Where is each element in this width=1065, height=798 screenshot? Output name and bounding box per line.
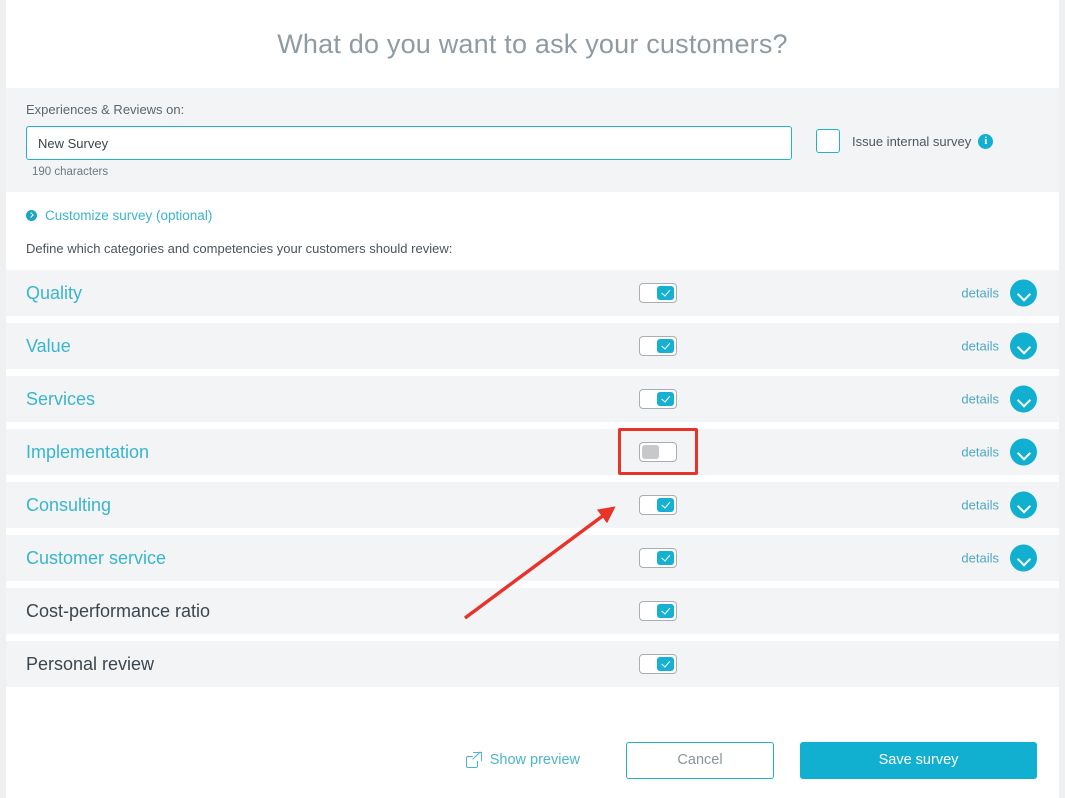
check-icon [657, 498, 674, 512]
info-icon[interactable]: i [978, 133, 994, 149]
details-control[interactable]: details [961, 279, 1037, 307]
category-toggle-slot [639, 548, 677, 568]
cancel-button[interactable]: Cancel [626, 741, 774, 779]
category-label: Consulting [26, 494, 112, 515]
chevron-down-icon[interactable] [1010, 438, 1037, 466]
check-icon [657, 551, 674, 565]
survey-name-section: Experiences & Reviews on: 190 characters… [6, 88, 1059, 192]
category-toggle[interactable] [639, 389, 677, 409]
category-label: Services [26, 388, 96, 409]
category-label: Personal review [26, 653, 155, 674]
category-toggle[interactable] [639, 283, 677, 303]
category-toggle-slot [639, 601, 677, 621]
survey-name-input[interactable] [26, 126, 792, 160]
check-icon [657, 392, 674, 406]
category-toggle[interactable] [639, 442, 677, 462]
details-control[interactable]: details [961, 491, 1037, 519]
chevron-down-icon[interactable] [1010, 332, 1037, 360]
footer-actions: Show preview Cancel Save survey [6, 722, 1059, 798]
details-label: details [961, 444, 999, 460]
page-title: What do you want to ask your customers? [277, 28, 788, 59]
category-toggle[interactable] [639, 336, 677, 356]
table-row: Value details [6, 323, 1059, 369]
character-count: 190 characters [32, 166, 109, 178]
category-toggle-slot [618, 428, 698, 475]
chevron-right-circle-icon [26, 210, 37, 221]
check-icon [657, 339, 674, 353]
check-icon [657, 286, 674, 300]
category-list: Quality details Value details Services detail… [6, 270, 1059, 687]
table-row: Consulting details [6, 482, 1059, 528]
details-control[interactable]: details [961, 544, 1037, 572]
details-control[interactable]: details [961, 438, 1037, 466]
category-toggle[interactable] [639, 654, 677, 674]
chevron-down-icon[interactable] [1010, 544, 1037, 572]
details-control[interactable]: details [961, 332, 1037, 360]
category-label: Quality [26, 282, 83, 303]
category-label: Customer service [26, 547, 167, 568]
details-label: details [961, 391, 999, 407]
category-label: Cost-performance ratio [26, 600, 211, 621]
details-label: details [961, 285, 999, 301]
chevron-down-icon[interactable] [1010, 491, 1037, 519]
external-link-icon [465, 751, 482, 768]
category-label: Value [26, 335, 71, 356]
chevron-down-icon[interactable] [1010, 279, 1037, 307]
customize-description: Define which categories and competencies… [26, 241, 453, 256]
save-survey-button[interactable]: Save survey [800, 741, 1037, 779]
customize-section: Customize survey (optional) Define which… [6, 192, 1059, 270]
table-row: Cost-performance ratio [6, 588, 1059, 634]
survey-name-label: Experiences & Reviews on: [26, 102, 185, 117]
category-toggle-slot [639, 389, 677, 409]
category-toggle-slot [639, 336, 677, 356]
customize-survey-toggle[interactable]: Customize survey (optional) [26, 208, 1059, 223]
details-control[interactable]: details [961, 385, 1037, 413]
category-toggle-slot [639, 654, 677, 674]
details-label: details [961, 497, 999, 513]
check-icon [657, 604, 674, 618]
table-row: Customer service details [6, 535, 1059, 581]
issue-internal-survey-label: Issue internal survey [852, 133, 972, 149]
issue-internal-survey-checkbox[interactable] [816, 129, 840, 153]
table-row: Implementation details [6, 428, 1059, 475]
page-header: What do you want to ask your customers? [6, 0, 1059, 88]
category-toggle-slot [639, 495, 677, 515]
table-row: Personal review [6, 641, 1059, 687]
toggle-knob [642, 445, 659, 459]
issue-internal-survey-control[interactable]: Issue internal survey i [816, 129, 994, 153]
category-toggle[interactable] [639, 601, 677, 621]
details-label: details [961, 550, 999, 566]
category-toggle-slot [639, 283, 677, 303]
category-label: Implementation [26, 441, 150, 462]
chevron-down-icon[interactable] [1010, 385, 1037, 413]
details-label: details [961, 338, 999, 354]
category-toggle[interactable] [639, 548, 677, 568]
survey-editor-page: What do you want to ask your customers? … [6, 0, 1059, 798]
show-preview-label: Show preview [489, 752, 580, 768]
customize-survey-label: Customize survey (optional) [45, 208, 213, 223]
check-icon [657, 657, 674, 671]
category-toggle[interactable] [639, 495, 677, 515]
show-preview-link[interactable]: Show preview [465, 751, 580, 768]
table-row: Quality details [6, 270, 1059, 316]
table-row: Services details [6, 376, 1059, 422]
